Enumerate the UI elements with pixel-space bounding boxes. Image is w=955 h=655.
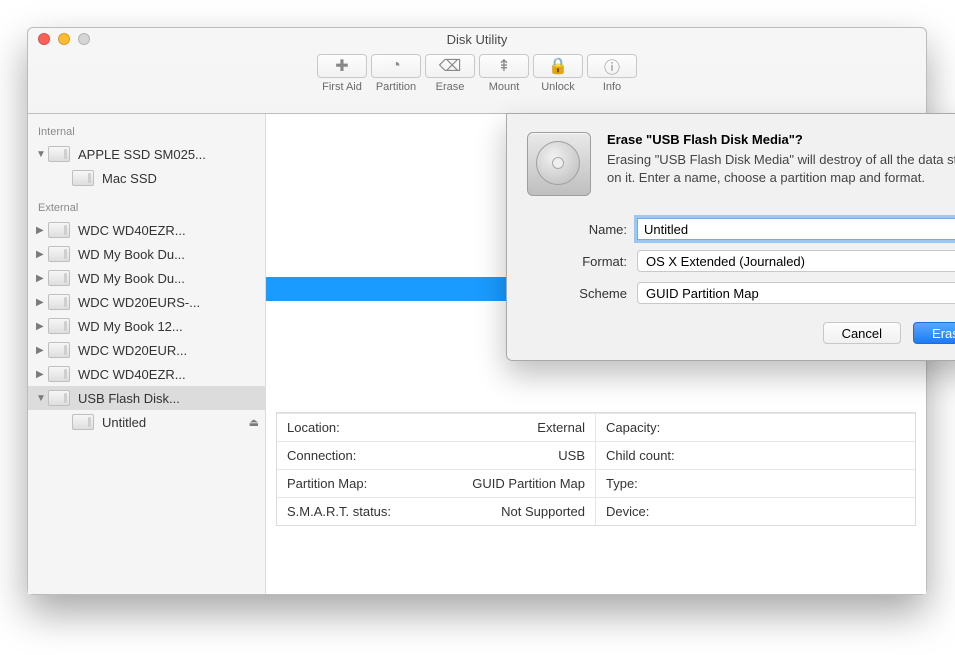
disclosure-triangle-icon[interactable]: ▶ bbox=[36, 297, 46, 308]
name-label: Name: bbox=[527, 222, 637, 237]
sidebar-header-internal: Internal bbox=[28, 122, 265, 142]
sheet-description: Erasing "USB Flash Disk Media" will dest… bbox=[607, 151, 955, 186]
sidebar-item-label: WDC WD40EZR... bbox=[78, 367, 186, 382]
scheme-label: Scheme bbox=[527, 286, 637, 301]
toolbar-info[interactable]: ⓘ Info bbox=[587, 54, 637, 93]
sidebar-item-label: APPLE SSD SM025... bbox=[78, 147, 206, 162]
sidebar-item-mybook-1[interactable]: ▶ WD My Book Du... bbox=[28, 242, 265, 266]
toolbar-unlock[interactable]: 🔒 Unlock bbox=[533, 54, 583, 93]
info-connection: Connection:USB bbox=[277, 441, 596, 469]
mount-icon: ⇞ bbox=[497, 56, 510, 76]
disclosure-triangle-icon[interactable]: ▶ bbox=[36, 273, 46, 284]
disclosure-triangle-icon[interactable]: ▶ bbox=[36, 225, 46, 236]
sidebar-item-label: USB Flash Disk... bbox=[78, 391, 180, 406]
disclosure-triangle-icon[interactable]: ▶ bbox=[36, 321, 46, 332]
stethoscope-icon: ✚ bbox=[335, 56, 348, 76]
format-select[interactable]: OS X Extended (Journaled) bbox=[637, 250, 955, 272]
disk-icon bbox=[48, 366, 70, 382]
sheet-title: Erase "USB Flash Disk Media"? bbox=[607, 132, 955, 147]
cancel-button[interactable]: Cancel bbox=[823, 322, 901, 344]
sidebar-item-mybook-2[interactable]: ▶ WD My Book Du... bbox=[28, 266, 265, 290]
toolbar: ✚ First Aid ◔ Partition ⌫ Erase ⇞ Mount … bbox=[28, 50, 926, 114]
format-label: Format: bbox=[527, 254, 637, 269]
toolbar-first-aid[interactable]: ✚ First Aid bbox=[317, 54, 367, 93]
sidebar-item-apple-ssd[interactable]: ▼ APPLE SSD SM025... bbox=[28, 142, 265, 166]
sidebar-item-wdc-3[interactable]: ▶ WDC WD20EUR... bbox=[28, 338, 265, 362]
sidebar-item-label: WD My Book Du... bbox=[78, 271, 185, 286]
sidebar-item-label: WDC WD20EUR... bbox=[78, 343, 187, 358]
info-location: Location:External bbox=[277, 413, 596, 441]
window-title: Disk Utility bbox=[28, 32, 926, 47]
lock-icon: 🔒 bbox=[548, 56, 568, 76]
titlebar: Disk Utility bbox=[28, 28, 926, 50]
scheme-select[interactable]: GUID Partition Map bbox=[637, 282, 955, 304]
disclosure-triangle-icon[interactable]: ▼ bbox=[36, 149, 46, 160]
format-value: OS X Extended (Journaled) bbox=[646, 254, 805, 269]
disclosure-triangle-icon[interactable]: ▶ bbox=[36, 369, 46, 380]
disk-icon bbox=[72, 414, 94, 430]
info-icon: ⓘ bbox=[604, 54, 620, 78]
sidebar-header-external: External bbox=[28, 198, 265, 218]
sidebar-item-label: Mac SSD bbox=[102, 171, 157, 186]
info-device: Device: bbox=[596, 497, 915, 525]
sidebar-item-label: WDC WD20EURS-... bbox=[78, 295, 200, 310]
toolbar-mount[interactable]: ⇞ Mount bbox=[479, 54, 529, 93]
toolbar-erase[interactable]: ⌫ Erase bbox=[425, 54, 475, 93]
sidebar-item-usb-flash[interactable]: ▼ USB Flash Disk... bbox=[28, 386, 265, 410]
info-partition-map: Partition Map:GUID Partition Map bbox=[277, 469, 596, 497]
toolbar-partition[interactable]: ◔ Partition bbox=[371, 54, 421, 93]
disk-utility-window: Disk Utility ✚ First Aid ◔ Partition ⌫ E… bbox=[27, 27, 927, 595]
disclosure-triangle-icon[interactable]: ▼ bbox=[36, 393, 46, 404]
sidebar: Internal ▼ APPLE SSD SM025... Mac SSD Ex… bbox=[28, 114, 266, 594]
sidebar-item-label: WDC WD40EZR... bbox=[78, 223, 186, 238]
disk-icon bbox=[48, 270, 70, 286]
disk-icon bbox=[48, 222, 70, 238]
pie-icon: ◔ bbox=[391, 57, 401, 75]
name-input[interactable] bbox=[637, 218, 955, 240]
disk-icon bbox=[72, 170, 94, 186]
hard-drive-icon bbox=[527, 132, 591, 196]
eject-icon[interactable]: ⏏ bbox=[249, 416, 259, 429]
sidebar-item-wdc-1[interactable]: ▶ WDC WD40EZR... bbox=[28, 218, 265, 242]
sidebar-item-label: WD My Book Du... bbox=[78, 247, 185, 262]
main-content: Location:External Capacity: Connection:U… bbox=[266, 114, 926, 594]
disclosure-triangle-icon[interactable]: ▶ bbox=[36, 249, 46, 260]
sidebar-item-wdc-4[interactable]: ▶ WDC WD40EZR... bbox=[28, 362, 265, 386]
disk-icon bbox=[48, 342, 70, 358]
disk-icon bbox=[48, 146, 70, 162]
erase-sheet: Erase "USB Flash Disk Media"? Erasing "U… bbox=[506, 113, 955, 361]
disk-icon bbox=[48, 246, 70, 262]
sidebar-item-wdc-2[interactable]: ▶ WDC WD20EURS-... bbox=[28, 290, 265, 314]
erase-icon: ⌫ bbox=[439, 56, 462, 76]
sidebar-item-mac-ssd[interactable]: Mac SSD bbox=[28, 166, 265, 190]
sidebar-item-label: Untitled bbox=[102, 415, 146, 430]
info-capacity: Capacity: bbox=[596, 413, 915, 441]
info-type: Type: bbox=[596, 469, 915, 497]
disk-icon bbox=[48, 294, 70, 310]
disclosure-triangle-icon[interactable]: ▶ bbox=[36, 345, 46, 356]
info-child-count: Child count: bbox=[596, 441, 915, 469]
info-smart: S.M.A.R.T. status:Not Supported bbox=[277, 497, 596, 525]
disk-icon bbox=[48, 390, 70, 406]
sidebar-item-untitled[interactable]: Untitled ⏏ bbox=[28, 410, 265, 434]
erase-button[interactable]: Erase bbox=[913, 322, 955, 344]
sidebar-item-mybook-3[interactable]: ▶ WD My Book 12... bbox=[28, 314, 265, 338]
disk-info-table: Location:External Capacity: Connection:U… bbox=[276, 412, 916, 526]
scheme-value: GUID Partition Map bbox=[646, 286, 759, 301]
sidebar-item-label: WD My Book 12... bbox=[78, 319, 183, 334]
disk-icon bbox=[48, 318, 70, 334]
